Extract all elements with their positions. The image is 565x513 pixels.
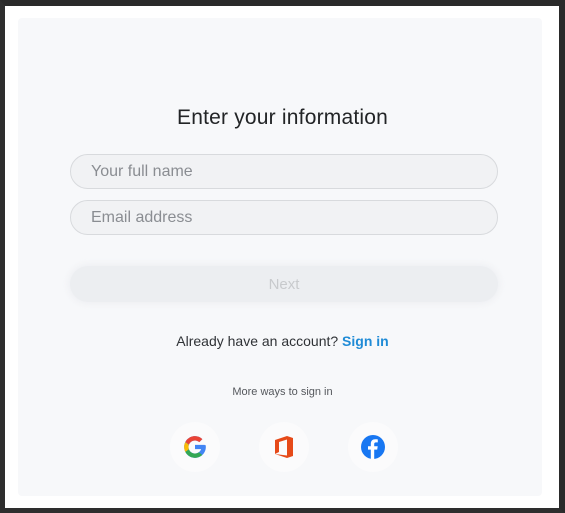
page-title: Enter your information bbox=[177, 106, 388, 129]
office-signin-button[interactable] bbox=[259, 422, 309, 472]
more-ways-label: More ways to sign in bbox=[232, 386, 333, 398]
google-icon bbox=[184, 436, 206, 458]
account-prompt-text: Already have an account? bbox=[176, 333, 339, 349]
office-icon bbox=[275, 436, 293, 458]
account-prompt: Already have an account? Sign in bbox=[0, 333, 565, 349]
google-signin-button[interactable] bbox=[170, 422, 220, 472]
email-input[interactable] bbox=[70, 200, 498, 235]
facebook-icon bbox=[361, 435, 385, 459]
facebook-signin-button[interactable] bbox=[348, 422, 398, 472]
sign-in-link[interactable]: Sign in bbox=[342, 333, 389, 349]
next-button[interactable]: Next bbox=[70, 266, 498, 302]
full-name-input[interactable] bbox=[70, 154, 498, 189]
